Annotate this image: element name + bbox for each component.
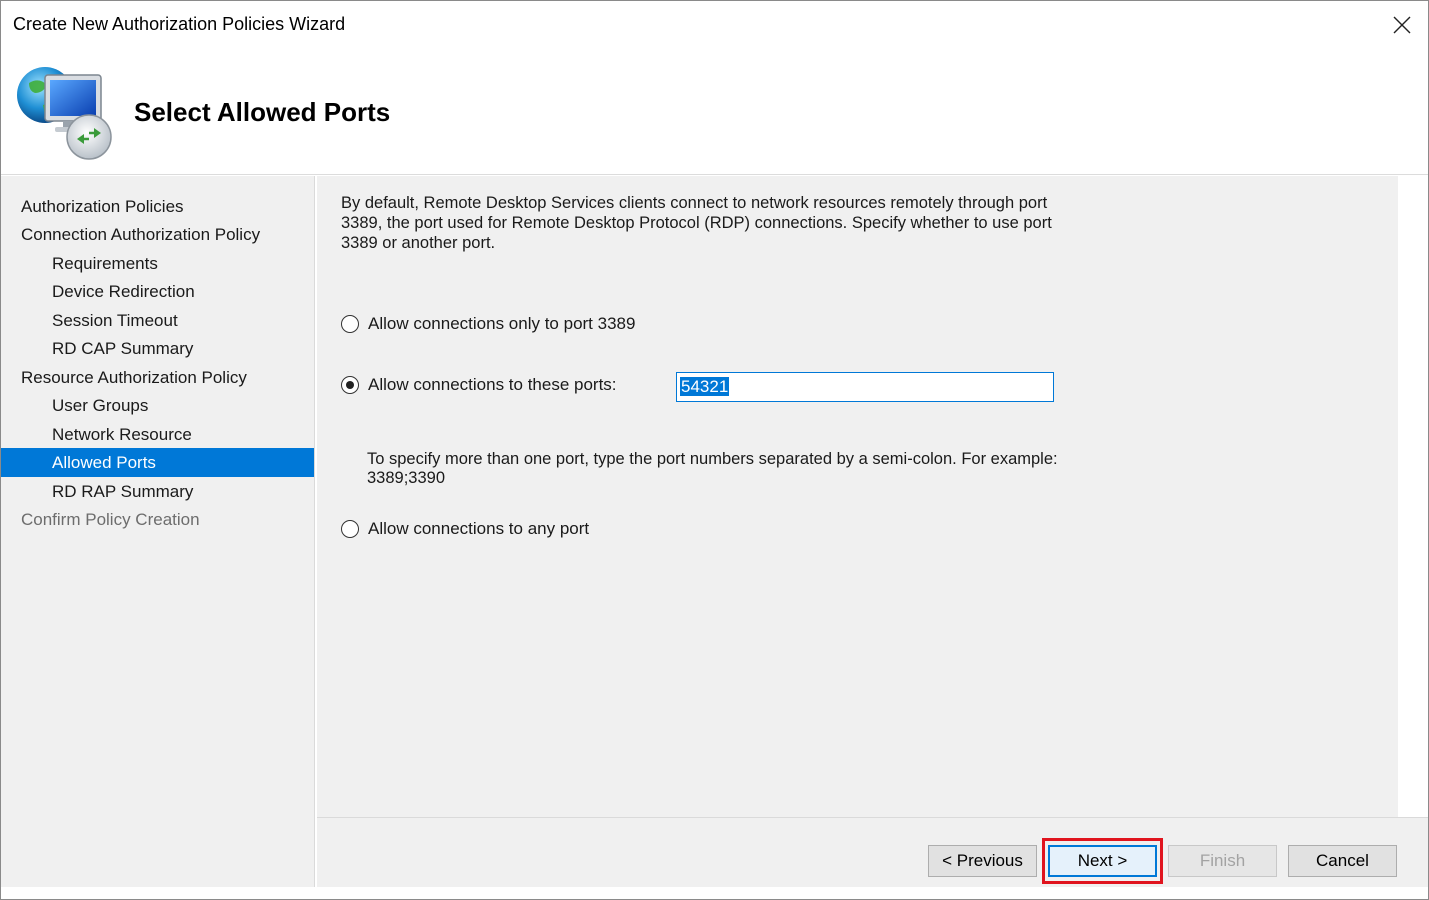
- nav-item-network-resource[interactable]: Network Resource: [1, 420, 314, 449]
- right-margin: [1398, 176, 1428, 817]
- remote-desktop-gateway-icon: [17, 67, 112, 160]
- nav-item-rd-rap-summary[interactable]: RD RAP Summary: [1, 477, 314, 506]
- description-text: By default, Remote Desktop Services clie…: [341, 194, 1052, 252]
- window-title: Create New Authorization Policies Wizard: [13, 14, 346, 34]
- radio-label: Allow connections to any port: [368, 519, 590, 538]
- hint-line: To specify more than one port, type the …: [367, 450, 1058, 468]
- nav-item-session-timeout[interactable]: Session Timeout: [1, 306, 314, 335]
- radio-option-these-ports[interactable]: Allow connections to these ports:: [341, 373, 617, 397]
- radio-option-any-port[interactable]: Allow connections to any port: [341, 517, 589, 541]
- close-icon: [1393, 16, 1411, 34]
- page-title: Select Allowed Ports: [134, 97, 391, 127]
- previous-button[interactable]: < Previous: [928, 845, 1037, 877]
- nav-item-resource-authorization-policy[interactable]: Resource Authorization Policy: [1, 363, 314, 392]
- radio-button[interactable]: [341, 315, 359, 333]
- wizard-steps-nav: Authorization Policies Connection Author…: [1, 176, 315, 887]
- hint-line: 3389;3390: [367, 469, 445, 487]
- nav-item-confirm-policy-creation: Confirm Policy Creation: [21, 510, 200, 529]
- radio-button[interactable]: [341, 520, 359, 538]
- nav-item-requirements[interactable]: Requirements: [1, 249, 314, 278]
- content-panel: By default, Remote Desktop Services clie…: [317, 176, 1398, 817]
- close-button[interactable]: [1382, 5, 1422, 45]
- button-bar: < Previous Next > Finish Cancel: [317, 817, 1428, 887]
- nav-item-device-redirection[interactable]: Device Redirection: [1, 277, 314, 306]
- cancel-button[interactable]: Cancel: [1288, 845, 1397, 877]
- radio-button[interactable]: [341, 376, 359, 394]
- finish-button: Finish: [1168, 845, 1277, 877]
- radio-option-only-3389[interactable]: Allow connections only to port 3389: [341, 312, 635, 336]
- ports-input-value: 54321: [680, 377, 730, 396]
- wizard-header: Select Allowed Ports: [1, 49, 1428, 175]
- radio-label: Allow connections only to port 3389: [368, 314, 636, 333]
- radio-label: Allow connections to these ports:: [368, 375, 617, 394]
- ports-hint-text: To specify more than one port, type the …: [367, 450, 1067, 488]
- nav-item-rd-cap-summary[interactable]: RD CAP Summary: [1, 334, 314, 363]
- next-button[interactable]: Next >: [1048, 845, 1157, 877]
- ports-input[interactable]: 54321: [676, 372, 1054, 402]
- nav-item-connection-authorization-policy[interactable]: Connection Authorization Policy: [1, 220, 314, 249]
- wizard-window: Create New Authorization Policies Wizard: [0, 0, 1429, 900]
- nav-item-authorization-policies[interactable]: Authorization Policies: [1, 192, 314, 221]
- title-bar: Create New Authorization Policies Wizard: [1, 1, 1428, 49]
- bottom-edge: [1, 887, 1428, 899]
- nav-item-user-groups[interactable]: User Groups: [1, 391, 314, 420]
- nav-item-allowed-ports[interactable]: Allowed Ports: [1, 448, 314, 477]
